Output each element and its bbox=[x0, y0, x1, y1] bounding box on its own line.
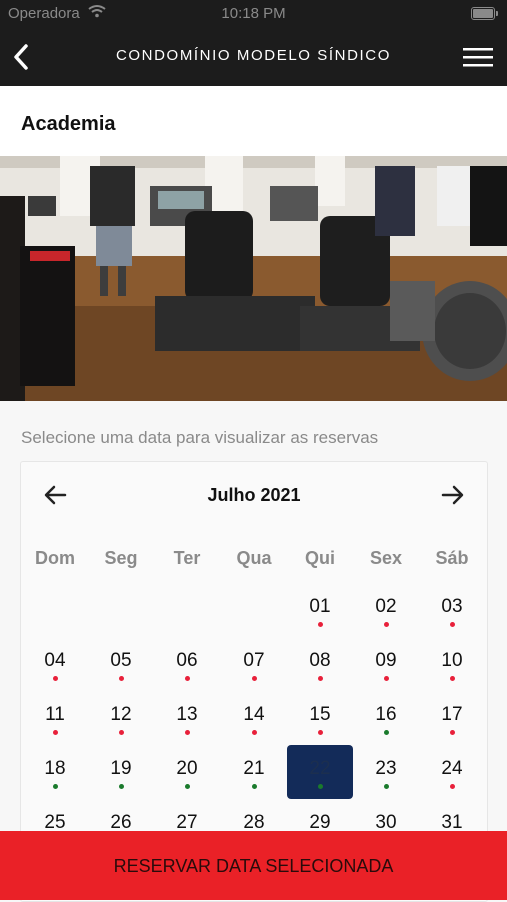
availability-dot-available bbox=[318, 784, 323, 789]
weekday-header: Seg bbox=[104, 548, 138, 568]
calendar-day[interactable]: 09 bbox=[353, 637, 419, 691]
calendar-day[interactable]: 16 bbox=[353, 691, 419, 745]
calendar-day[interactable]: 18 bbox=[22, 745, 88, 799]
availability-dot-available bbox=[185, 784, 190, 789]
calendar-day[interactable]: 21 bbox=[221, 745, 287, 799]
weekday-header: Dom bbox=[35, 548, 75, 568]
calendar-day-number: 20 bbox=[176, 758, 198, 779]
weekday-header: Sex bbox=[369, 548, 403, 568]
calendar-day[interactable]: 19 bbox=[88, 745, 154, 799]
calendar-day-number: 23 bbox=[375, 758, 397, 779]
calendar-day-number: 11 bbox=[45, 704, 65, 725]
calendar-day[interactable]: 13 bbox=[154, 691, 220, 745]
calendar-day-number: 15 bbox=[309, 704, 331, 725]
page-title: Academia bbox=[21, 113, 116, 135]
calendar-day[interactable]: 05 bbox=[88, 637, 154, 691]
calendar-day-number: 21 bbox=[243, 758, 265, 779]
calendar-day-number: 06 bbox=[176, 650, 198, 671]
section-header: Academia bbox=[0, 86, 507, 156]
availability-dot-unavailable bbox=[252, 676, 257, 681]
gym-photo bbox=[0, 156, 507, 401]
availability-dot-unavailable bbox=[119, 676, 124, 681]
calendar-day-number: 07 bbox=[243, 650, 265, 671]
availability-dot-unavailable bbox=[318, 676, 323, 681]
calendar-day[interactable]: 17 bbox=[419, 691, 485, 745]
calendar-day-number: 19 bbox=[110, 758, 132, 779]
calendar-day-number: 03 bbox=[441, 596, 463, 617]
reserve-selected-date-button[interactable]: RESERVAR DATA SELECIONADA bbox=[0, 831, 507, 900]
app-title: CONDOMÍNIO MODELO SÍNDICO bbox=[115, 47, 391, 64]
availability-dot-unavailable bbox=[450, 784, 455, 789]
calendar-day-number: 10 bbox=[441, 650, 463, 671]
calendar-day-number: 22 bbox=[309, 758, 331, 779]
date-selection-hint: Selecione uma data para visualizar as re… bbox=[21, 428, 379, 447]
calendar-day[interactable]: 14 bbox=[221, 691, 287, 745]
availability-dot-available bbox=[384, 730, 389, 735]
clock: 10:18 PM bbox=[221, 5, 286, 22]
calendar-day[interactable]: 12 bbox=[88, 691, 154, 745]
calendar-day[interactable]: 07 bbox=[221, 637, 287, 691]
hamburger-menu-icon[interactable] bbox=[463, 46, 493, 68]
availability-dot-unavailable bbox=[450, 730, 455, 735]
calendar-day[interactable]: 08 bbox=[287, 637, 353, 691]
calendar-day-number: 17 bbox=[441, 704, 463, 725]
calendar-day-number: 02 bbox=[375, 596, 397, 617]
calendar-day[interactable]: 11 bbox=[22, 691, 88, 745]
availability-dot-unavailable bbox=[185, 730, 190, 735]
availability-dot-unavailable bbox=[185, 676, 190, 681]
calendar-day-number: 24 bbox=[441, 758, 463, 779]
calendar-day[interactable]: 24 bbox=[419, 745, 485, 799]
calendar-month-label: Julho 2021 bbox=[207, 485, 301, 505]
calendar-day-selected[interactable]: 22 bbox=[287, 745, 353, 799]
calendar-day-number: 16 bbox=[375, 704, 397, 725]
calendar-day-number: 13 bbox=[176, 704, 198, 725]
calendar-day-number: 05 bbox=[110, 650, 132, 671]
availability-dot-unavailable bbox=[119, 730, 124, 735]
availability-dot-unavailable bbox=[384, 676, 389, 681]
weekday-header: Qui bbox=[305, 548, 335, 568]
availability-dot-available bbox=[252, 784, 257, 789]
weekday-header: Ter bbox=[173, 548, 201, 568]
navigation-bar: CONDOMÍNIO MODELO SÍNDICO bbox=[0, 28, 507, 86]
availability-dot-available bbox=[384, 784, 389, 789]
gym-photo-illustration bbox=[0, 156, 507, 401]
availability-dot-unavailable bbox=[450, 676, 455, 681]
calendar-day[interactable]: 20 bbox=[154, 745, 220, 799]
availability-dot-unavailable bbox=[384, 622, 389, 627]
availability-dot-unavailable bbox=[53, 676, 58, 681]
availability-dot-available bbox=[119, 784, 124, 789]
calendar-day-number: 18 bbox=[44, 758, 66, 779]
weekday-header: Qua bbox=[236, 548, 272, 568]
calendar-day[interactable]: 23 bbox=[353, 745, 419, 799]
calendar-day-number: 01 bbox=[309, 596, 331, 617]
availability-dot-unavailable bbox=[318, 730, 323, 735]
calendar-day-number: 09 bbox=[375, 650, 397, 671]
availability-dot-unavailable bbox=[252, 730, 257, 735]
availability-dot-unavailable bbox=[53, 730, 58, 735]
calendar-day[interactable]: 10 bbox=[419, 637, 485, 691]
calendar-day-number: 08 bbox=[309, 650, 331, 671]
calendar-day[interactable]: 02 bbox=[353, 583, 419, 637]
calendar-day-number: 14 bbox=[243, 704, 265, 725]
battery-icon bbox=[471, 7, 498, 20]
calendar-day[interactable]: 04 bbox=[22, 637, 88, 691]
availability-dot-available bbox=[53, 784, 58, 789]
calendar-day-number: 12 bbox=[110, 704, 132, 725]
arrow-right-icon[interactable] bbox=[439, 482, 465, 508]
calendar-day[interactable]: 15 bbox=[287, 691, 353, 745]
calendar-day[interactable]: 06 bbox=[154, 637, 220, 691]
calendar-day[interactable]: 03 bbox=[419, 583, 485, 637]
calendar-day[interactable]: 01 bbox=[287, 583, 353, 637]
calendar-day-number: 04 bbox=[44, 650, 66, 671]
status-bar: Operadora 10:18 PM bbox=[0, 0, 507, 28]
availability-dot-unavailable bbox=[450, 622, 455, 627]
weekday-header: Sáb bbox=[435, 548, 469, 568]
availability-dot-unavailable bbox=[318, 622, 323, 627]
